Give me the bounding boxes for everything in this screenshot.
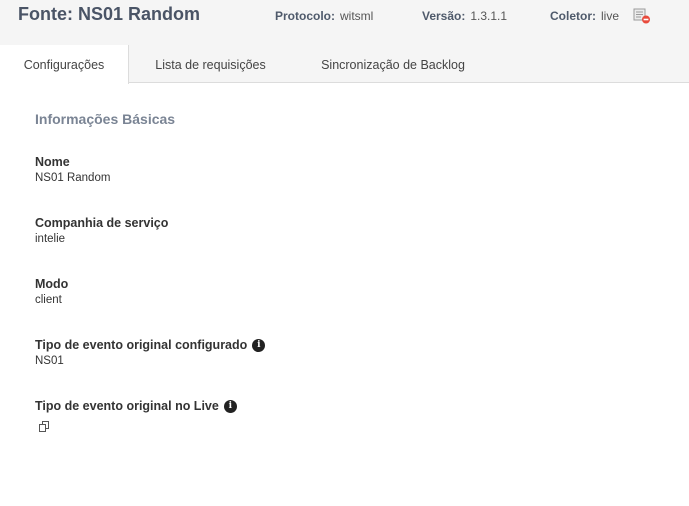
protocol-info: Protocolo: witsml [275, 9, 373, 23]
field-value: client [35, 294, 62, 306]
collector-value: live [601, 9, 620, 23]
tab-lista-de-requisicoes[interactable]: Lista de requisições [143, 45, 278, 83]
field-modo: Modo client [35, 277, 68, 306]
field-value: NS01 Random [35, 172, 111, 184]
protocol-label: Protocolo: [275, 9, 335, 23]
field-label: Tipo de evento original no Live i [35, 399, 237, 413]
copy-icon[interactable] [39, 421, 50, 432]
remove-collector-icon[interactable] [633, 8, 651, 24]
info-icon[interactable]: i [223, 399, 237, 413]
field-label: Modo [35, 277, 68, 291]
field-companhia-de-servico: Companhia de serviço intelie [35, 216, 168, 245]
field-label-text: Tipo de evento original no Live [35, 399, 219, 413]
version-info: Versão: 1.3.1.1 [422, 9, 507, 23]
field-value [35, 416, 237, 435]
tab-bar: Configurações Lista de requisições Sincr… [0, 45, 689, 84]
field-tipo-evento-configurado: Tipo de evento original configurado i NS… [35, 338, 266, 367]
field-label-text: Companhia de serviço [35, 216, 169, 230]
tab-sincronizacao-de-backlog[interactable]: Sincronização de Backlog [308, 45, 478, 83]
tab-configuracoes[interactable]: Configurações [0, 45, 129, 84]
field-value: NS01 [35, 355, 64, 367]
field-label-text: Modo [35, 277, 69, 291]
section-title: Informações Básicas [35, 111, 176, 127]
page-header: Fonte: NS01 Random Protocolo: witsml Vers… [0, 0, 689, 45]
collector-info: Coletor: live [550, 9, 619, 23]
field-label-text: Nome [35, 155, 70, 169]
version-label: Versão: [422, 9, 466, 23]
version-value: 1.3.1.1 [470, 9, 508, 23]
field-value: intelie [35, 233, 66, 245]
field-label: Nome [35, 155, 110, 169]
protocol-value: witsml [340, 9, 374, 23]
field-label: Tipo de evento original configurado i [35, 338, 266, 352]
field-label-text: Tipo de evento original configurado [35, 338, 248, 352]
field-nome: Nome NS01 Random [35, 155, 110, 184]
info-icon[interactable]: i [252, 338, 266, 352]
collector-label: Coletor: [550, 9, 596, 23]
field-tipo-evento-live: Tipo de evento original no Live i [35, 399, 237, 435]
page-title: Fonte: NS01 Random [18, 4, 201, 24]
main-content: Informações Básicas Nome NS01 Random Com… [35, 111, 266, 432]
field-label: Companhia de serviço [35, 216, 168, 230]
